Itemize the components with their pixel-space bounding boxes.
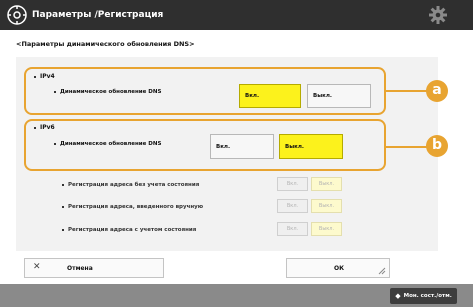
ipv6-dns-off-button[interactable]: Выкл. bbox=[279, 134, 343, 159]
stateless-off-button[interactable]: Выкл. bbox=[311, 177, 342, 191]
callout-b-line bbox=[386, 146, 427, 148]
page-title: Параметры /Регистрация bbox=[32, 10, 164, 20]
manual-off-button[interactable]: Выкл. bbox=[311, 199, 342, 213]
stateless-on-button[interactable]: Вкл. bbox=[277, 177, 308, 191]
stateful-on-button[interactable]: Вкл. bbox=[277, 222, 308, 236]
cancel-button[interactable]: ✕ Отмена bbox=[24, 258, 164, 278]
stateful-off-button[interactable]: Выкл. bbox=[311, 222, 342, 236]
page-subtitle: <Параметры динамического обновления DNS> bbox=[16, 40, 195, 48]
ipv6-dns-on-button[interactable]: Вкл. bbox=[210, 134, 274, 159]
status-monitor-icon: ◆ bbox=[395, 292, 401, 300]
ipv4-dynamic-dns-label: Динамическое обновление DNS bbox=[54, 89, 161, 95]
resize-corner-icon bbox=[378, 267, 386, 277]
settings-register-icon bbox=[2, 0, 32, 30]
status-monitor-label: Мон. сост./отм. bbox=[403, 293, 452, 299]
ipv4-section-label: IPv4 bbox=[34, 73, 55, 80]
ipv6-section-label: IPv6 bbox=[34, 124, 55, 131]
cancel-label: Отмена bbox=[67, 265, 93, 272]
ipv4-dns-on-button[interactable]: Вкл. bbox=[239, 84, 301, 108]
gear-icon[interactable] bbox=[428, 5, 448, 25]
sub-option-stateful-label: Регистрация адреса с учетом состояния bbox=[62, 227, 196, 233]
callout-a-line bbox=[386, 90, 427, 92]
callout-b-badge: b bbox=[426, 135, 448, 157]
callout-a-badge: a bbox=[426, 80, 448, 102]
status-monitor-button[interactable]: ◆ Мон. сост./отм. bbox=[390, 288, 457, 304]
sub-option-manual-label: Регистрация адреса, введенного вручную bbox=[62, 204, 203, 210]
ipv6-dynamic-dns-label: Динамическое обновление DNS bbox=[54, 141, 161, 147]
close-icon: ✕ bbox=[33, 262, 41, 272]
sub-option-stateless-label: Регистрация адреса без учета состояния bbox=[62, 182, 199, 188]
ipv4-dns-off-button[interactable]: Выкл. bbox=[307, 84, 371, 108]
manual-on-button[interactable]: Вкл. bbox=[277, 199, 308, 213]
ok-button[interactable]: ОК bbox=[286, 258, 390, 278]
ok-label: ОК bbox=[334, 265, 345, 272]
